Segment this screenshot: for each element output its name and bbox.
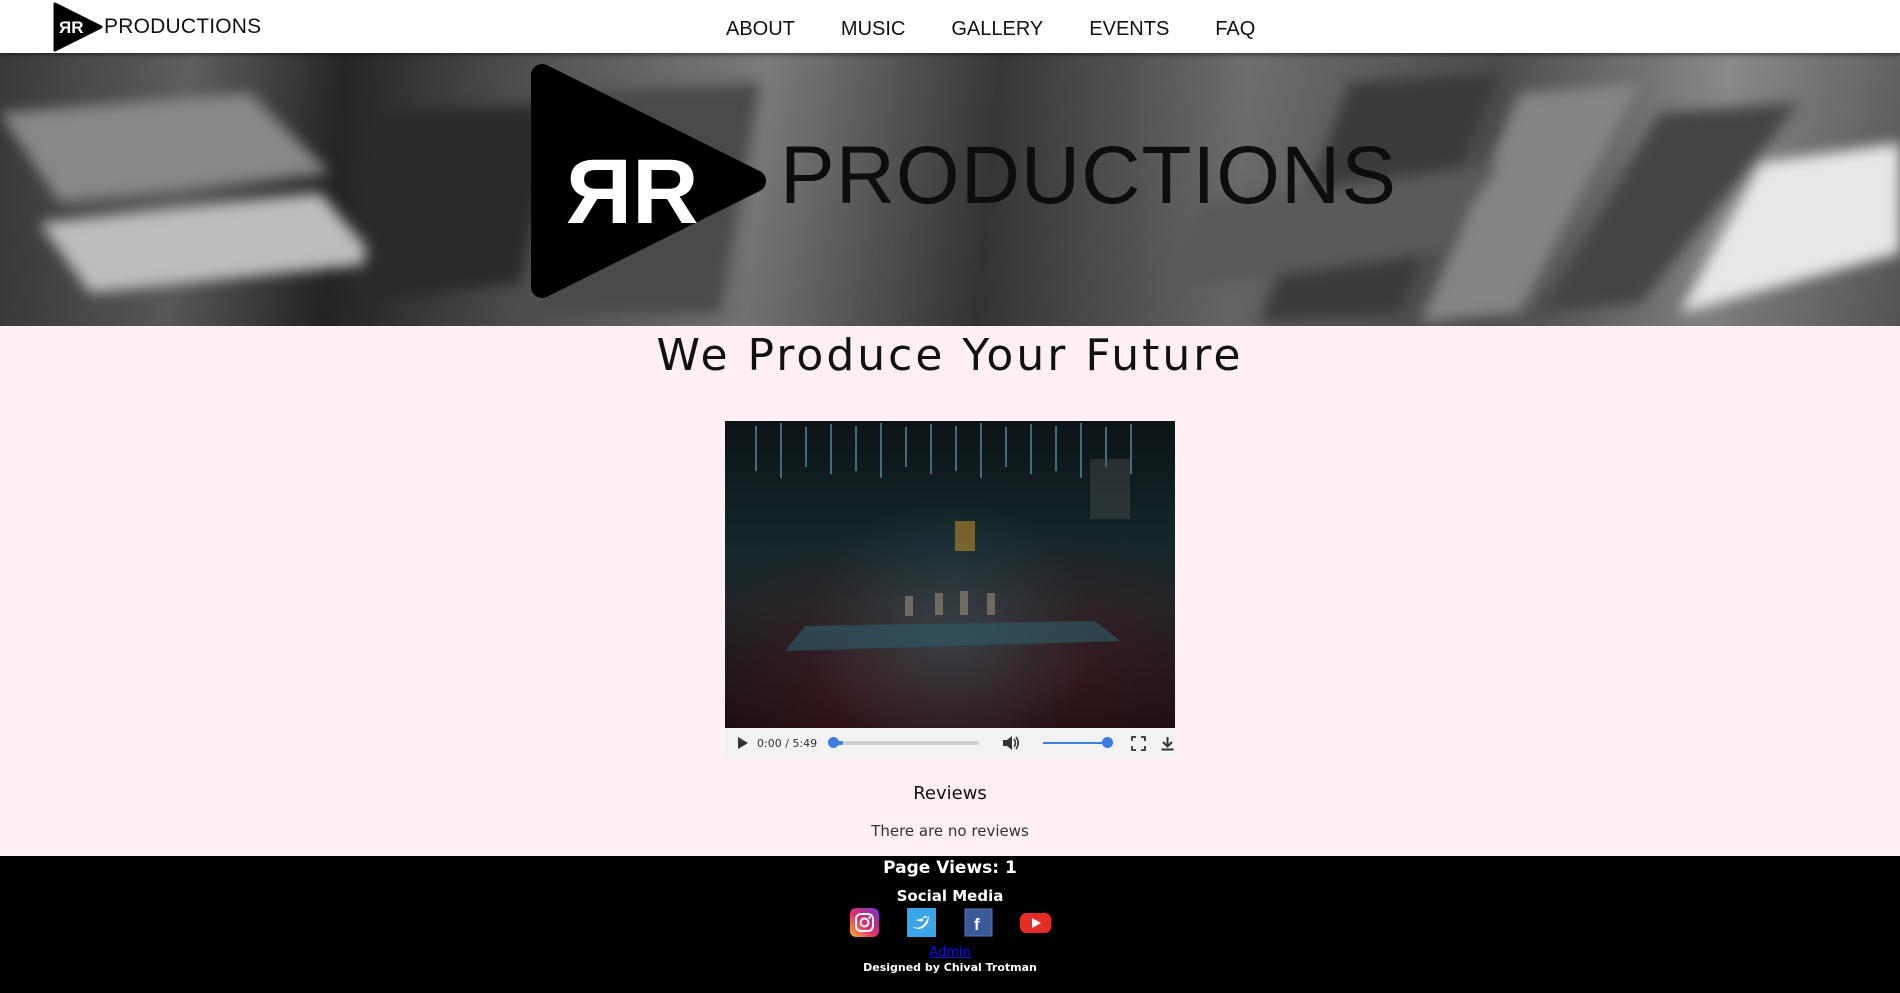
volume-handle[interactable] <box>1102 737 1114 748</box>
concert-still <box>755 423 1132 651</box>
hero-banner: ЯR PRODUCTIONS <box>0 53 1900 326</box>
reviews-empty-message: There are no reviews <box>871 822 1029 840</box>
hero-logo-mark-icon: ЯR <box>531 64 766 298</box>
fullscreen-icon[interactable] <box>1131 735 1146 751</box>
video-controls: 0:00 / 5:49 <box>725 728 1175 758</box>
video-progress-bar[interactable] <box>828 737 980 748</box>
page-tagline: We Produce Your Future <box>656 330 1244 381</box>
social-links: f <box>850 908 1051 938</box>
admin-link[interactable]: Admin <box>0 945 1900 960</box>
video-player[interactable]: 0:00 / 5:49 <box>725 421 1175 758</box>
main-nav: ABOUT MUSIC GALLERY EVENTS FAQ <box>726 0 1301 58</box>
video-time: 0:00 / 5:49 <box>757 736 818 750</box>
page-views-counter: Page Views: 1 <box>883 858 1017 878</box>
site-logo[interactable]: ЯR PRODUCTIONS <box>53 2 261 52</box>
reviews-heading: Reviews <box>913 783 987 804</box>
logo-mark-icon: ЯR <box>53 2 103 52</box>
nav-gallery[interactable]: GALLERY <box>951 18 1043 41</box>
site-footer: Page Views: 1 Social Media f Admin Desig… <box>0 856 1900 993</box>
top-navbar: ЯR PRODUCTIONS ABOUT MUSIC GALLERY EVENT… <box>0 0 1900 53</box>
play-icon[interactable] <box>735 736 749 750</box>
svg-text:ЯR: ЯR <box>566 141 699 243</box>
nav-events[interactable]: EVENTS <box>1089 18 1169 41</box>
nav-about[interactable]: ABOUT <box>726 18 795 41</box>
designer-credit: Designed by Chival Trotman <box>863 961 1037 974</box>
video-frame[interactable] <box>725 421 1175 728</box>
video-progress-handle[interactable] <box>828 737 840 748</box>
volume-icon[interactable] <box>1001 734 1021 752</box>
svg-text:ЯR: ЯR <box>59 18 84 37</box>
nav-music[interactable]: MUSIC <box>841 18 905 41</box>
facebook-icon[interactable]: f <box>964 908 993 937</box>
svg-text:f: f <box>974 915 980 934</box>
instagram-icon[interactable] <box>850 908 879 937</box>
volume-slider[interactable] <box>1043 737 1114 748</box>
youtube-icon[interactable] <box>1020 908 1051 937</box>
download-icon[interactable] <box>1160 736 1175 751</box>
twitter-icon[interactable] <box>907 908 936 937</box>
social-media-heading: Social Media <box>896 887 1004 905</box>
nav-faq[interactable]: FAQ <box>1215 18 1255 41</box>
hero-brand-text: PRODUCTIONS <box>780 130 1397 221</box>
logo-text: PRODUCTIONS <box>104 15 262 38</box>
